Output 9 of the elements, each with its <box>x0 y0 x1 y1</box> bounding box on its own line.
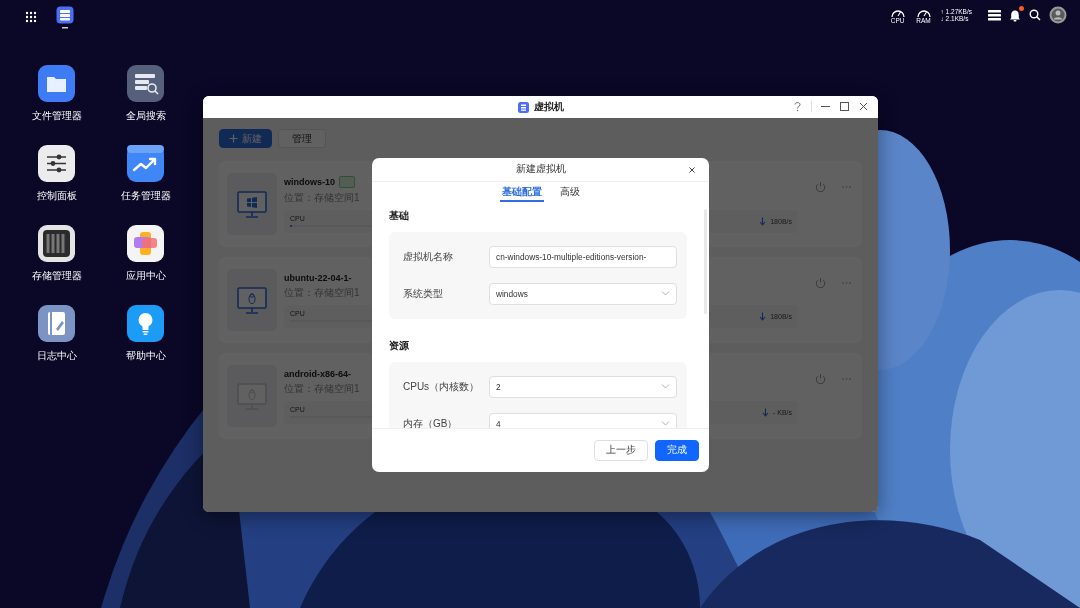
vm-name: android-x86-64- <box>284 368 352 379</box>
field-label: 系统类型 <box>403 287 444 301</box>
vm-name: ubuntu-22-04-1- <box>284 272 352 283</box>
field-label: CPUs（内核数） <box>403 380 481 394</box>
window-title: 虚拟机 <box>533 100 564 114</box>
vm-name: windows-10 <box>284 176 335 187</box>
dialog-title: 新建虚拟机 <box>515 163 566 177</box>
field-label: 内存（GB） <box>403 417 459 428</box>
section-title: 基础 <box>389 209 410 223</box>
